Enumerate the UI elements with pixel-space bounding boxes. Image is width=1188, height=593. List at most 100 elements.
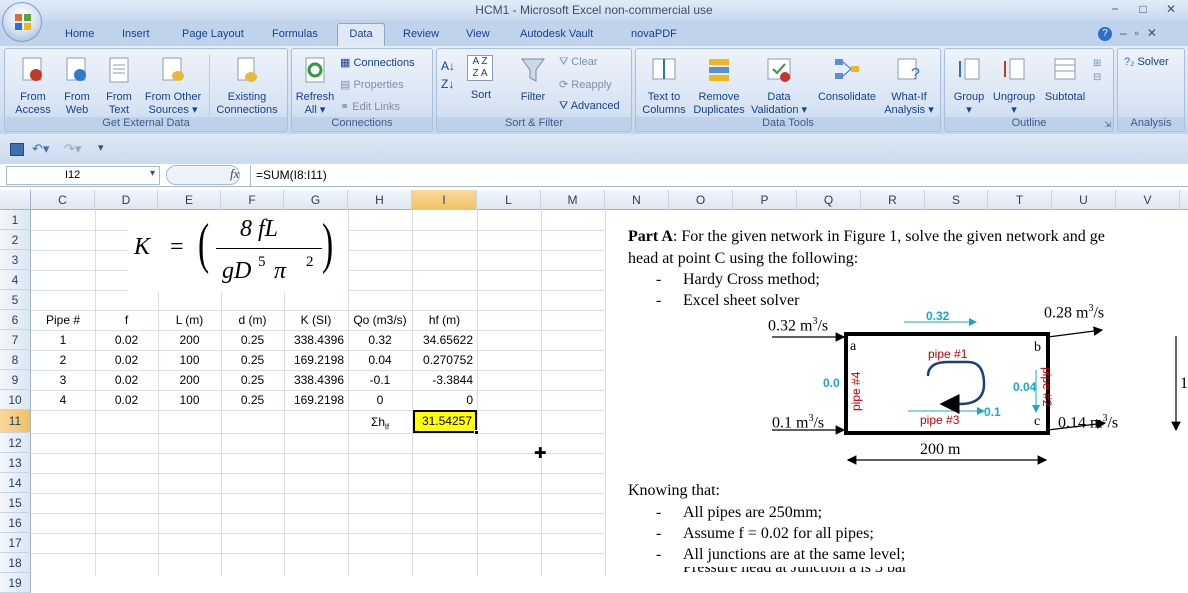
column-header[interactable]: M (541, 190, 605, 210)
table-cell[interactable]: 0.02 (95, 330, 158, 350)
advanced-filter-button[interactable]: ⛛ Advanced (559, 100, 620, 113)
table-header[interactable]: Qo (m3/s) (348, 310, 412, 330)
table-cell[interactable]: 200 (158, 330, 221, 350)
undo-icon[interactable]: ↶▾ (32, 141, 49, 157)
tab-autodesk-vault[interactable]: Autodesk Vault (520, 28, 593, 40)
column-header[interactable]: H (348, 190, 412, 210)
solver-button[interactable]: ?₂ Solver (1124, 56, 1169, 68)
table-header[interactable]: Pipe # (31, 310, 95, 330)
row-header[interactable]: 6 (0, 310, 31, 330)
table-cell[interactable]: 0.02 (95, 370, 158, 390)
sort-button[interactable]: Sort (463, 89, 499, 102)
column-header[interactable]: N (605, 190, 669, 210)
row-header[interactable]: 2 (0, 230, 31, 250)
table-cell[interactable]: 34.65622 (412, 330, 477, 350)
table-cell[interactable]: 0.25 (221, 350, 284, 370)
tab-novapdf[interactable]: novaPDF (631, 28, 677, 40)
row-header[interactable]: 13 (0, 453, 31, 473)
row-header[interactable]: 8 (0, 350, 31, 370)
properties-button[interactable]: ▤ Properties (340, 78, 404, 91)
column-header[interactable]: S (925, 190, 988, 210)
table-cell[interactable]: 200 (158, 370, 221, 390)
clear-filter-button[interactable]: ⛛ Clear (559, 56, 598, 69)
selected-cell-i12[interactable]: 31.54257 (413, 410, 477, 433)
existing-connections-button[interactable]: Existing Connections (211, 55, 283, 117)
row-header-selected[interactable]: 11 (0, 410, 31, 433)
column-header[interactable]: C (31, 190, 95, 210)
table-cell[interactable]: 0.25 (221, 370, 284, 390)
table-cell[interactable]: -0.1 (348, 370, 412, 390)
column-header[interactable]: E (158, 190, 221, 210)
tab-data[interactable]: Data (337, 23, 385, 46)
from-access-button[interactable]: From Access (11, 55, 55, 117)
table-cell[interactable]: 169.2198 (284, 390, 348, 410)
column-header[interactable]: D (95, 190, 158, 210)
table-cell[interactable]: 0.25 (221, 390, 284, 410)
row-header[interactable]: 19 (0, 573, 31, 593)
column-header-selected[interactable]: I (412, 190, 477, 210)
connections-button[interactable]: ▦ Connections (340, 56, 415, 69)
redo-icon[interactable]: ↷▾ (64, 141, 81, 157)
column-header[interactable]: Q (797, 190, 861, 210)
tab-formulas[interactable]: Formulas (272, 28, 318, 40)
table-cell[interactable]: 169.2198 (284, 350, 348, 370)
select-all-corner[interactable] (0, 190, 31, 210)
table-cell[interactable]: 0.25 (221, 330, 284, 350)
help-icon[interactable]: ? (1098, 27, 1112, 41)
table-cell[interactable]: 3 (31, 370, 95, 390)
maximize-button[interactable]: □ (1130, 2, 1156, 17)
row-header[interactable]: 9 (0, 370, 31, 390)
what-if-analysis-button[interactable]: ? What-If Analysis ▾ (880, 55, 938, 117)
column-header[interactable]: F (221, 190, 284, 210)
row-header[interactable]: 18 (0, 553, 31, 573)
remove-duplicates-button[interactable]: Remove Duplicates (690, 55, 748, 117)
from-other-sources-button[interactable]: From Other Sources ▾ (139, 55, 207, 117)
column-header[interactable]: G (284, 190, 348, 210)
ungroup-button[interactable]: Ungroup ▾ (991, 55, 1037, 117)
table-header[interactable]: hf (m) (412, 310, 477, 330)
table-cell[interactable]: 1 (31, 330, 95, 350)
row-header[interactable]: 1 (0, 210, 31, 230)
row-header[interactable]: 5 (0, 290, 31, 310)
insert-function-icon[interactable]: fx (230, 166, 239, 182)
table-cell[interactable]: 100 (158, 350, 221, 370)
minimize-button[interactable]: − (1102, 2, 1128, 17)
column-header[interactable]: V (1116, 190, 1180, 210)
ribbon-window-controls-icon[interactable]: –▫✕ (1120, 26, 1165, 40)
column-header[interactable]: L (477, 190, 541, 210)
table-cell[interactable]: 2 (31, 350, 95, 370)
row-header[interactable]: 3 (0, 250, 31, 270)
table-cell[interactable]: 0.32 (348, 330, 412, 350)
close-button[interactable]: ✕ (1158, 2, 1184, 17)
row-header[interactable]: 15 (0, 493, 31, 513)
group-button[interactable]: Group ▾ (947, 55, 991, 117)
fill-handle[interactable] (474, 430, 479, 435)
data-validation-button[interactable]: Data Validation ▾ (748, 55, 810, 117)
from-web-button[interactable]: From Web (55, 55, 99, 117)
column-header[interactable]: O (669, 190, 733, 210)
column-header[interactable]: R (861, 190, 925, 210)
table-cell[interactable]: 0 (412, 390, 477, 410)
name-box-dropdown-icon[interactable]: ▾ (150, 168, 155, 179)
row-header[interactable]: 10 (0, 390, 31, 410)
row-header[interactable]: 12 (0, 433, 31, 453)
subtotal-button[interactable]: Subtotal (1039, 55, 1091, 104)
column-header[interactable]: T (988, 190, 1052, 210)
text-to-columns-button[interactable]: Text to Columns (638, 55, 690, 117)
column-header[interactable]: U (1052, 190, 1116, 210)
refresh-all-button[interactable]: Refresh All ▾ (292, 55, 338, 117)
tab-page-layout[interactable]: Page Layout (182, 28, 244, 40)
customize-qat-icon[interactable]: ▾ (98, 141, 104, 154)
tab-home[interactable]: Home (65, 28, 94, 40)
table-cell[interactable]: 0.270752 (412, 350, 477, 370)
sum-label-cell[interactable]: Σhlf (348, 412, 412, 432)
row-header[interactable]: 14 (0, 473, 31, 493)
tab-view[interactable]: View (466, 28, 490, 40)
edit-links-button[interactable]: ⚭ Edit Links (340, 100, 400, 113)
table-cell[interactable]: 338.4396 (284, 330, 348, 350)
filter-button[interactable]: Filter (513, 55, 553, 104)
row-header[interactable]: 7 (0, 330, 31, 350)
table-header[interactable]: d (m) (221, 310, 284, 330)
row-header[interactable]: 16 (0, 513, 31, 533)
formula-input[interactable]: =SUM(I8:I11) (256, 168, 327, 182)
